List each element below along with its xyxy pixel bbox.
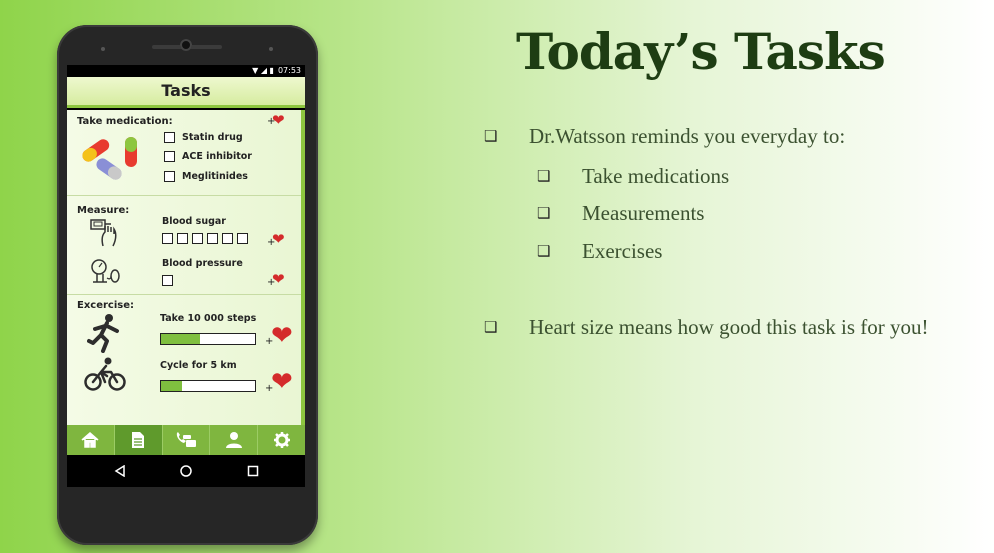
- ace-label: ACE inhibitor: [182, 151, 252, 162]
- tab-profile[interactable]: [210, 425, 259, 455]
- blood-pressure-label: Blood pressure: [162, 258, 243, 269]
- settings-icon: [273, 432, 290, 448]
- digit-box[interactable]: [192, 233, 203, 244]
- home-icon: [81, 432, 99, 448]
- contacts-icon: [176, 432, 196, 447]
- tab-home[interactable]: [67, 425, 115, 455]
- bullet-item: ❑ Exercises: [537, 239, 662, 264]
- tasks-icon: [132, 432, 145, 448]
- heart-icon: ❤: [272, 111, 285, 129]
- bullet-item: ❑ Take medications: [537, 164, 729, 189]
- app-title: Tasks: [161, 81, 211, 100]
- status-bar: ▼ ◢ ▮ 07:53: [67, 65, 305, 77]
- digit-box[interactable]: [237, 233, 248, 244]
- cycle-progress-bar: [160, 380, 256, 392]
- glucose-meter-icon: [90, 219, 117, 247]
- digit-box[interactable]: [177, 233, 188, 244]
- bullet-item: ❑ Dr.Watsson reminds you everyday to:: [484, 124, 845, 149]
- phone-mockup: ▼ ◢ ▮ 07:53 Tasks Take medication: + ❤ St…: [57, 25, 318, 545]
- steps-progress-bar: [160, 333, 256, 345]
- app-bar: Tasks: [67, 77, 305, 108]
- divider: [67, 294, 301, 295]
- steps-progress-fill: [161, 334, 201, 344]
- bullet-item: ❑ Heart size means how good this task is…: [484, 315, 929, 340]
- divider: [67, 195, 301, 196]
- blood-pressure-icon: [91, 259, 120, 283]
- bullet-checkbox-icon: ❑: [537, 169, 551, 185]
- tab-contacts[interactable]: [163, 425, 211, 455]
- cycle-progress-fill: [161, 381, 182, 391]
- digit-box[interactable]: [207, 233, 218, 244]
- cyclist-icon: [84, 357, 126, 391]
- slide-title: Today’s Tasks: [516, 22, 886, 81]
- measure-label: Measure:: [77, 205, 130, 216]
- bullet-text: Take medications: [582, 164, 730, 188]
- meglitinides-checkbox[interactable]: [164, 171, 175, 182]
- tab-tasks[interactable]: [114, 425, 163, 455]
- heart-icon: ❤: [272, 270, 285, 288]
- bottom-tab-bar: [67, 425, 305, 455]
- heart-icon: ❤: [271, 321, 293, 351]
- home-circle-icon[interactable]: [180, 465, 192, 477]
- bullet-text: Heart size means how good this task is f…: [529, 315, 929, 339]
- statin-checkbox[interactable]: [164, 132, 175, 143]
- digit-box[interactable]: [222, 233, 233, 244]
- heart-icon: ❤: [272, 230, 285, 248]
- ace-checkbox[interactable]: [164, 151, 175, 162]
- scrollbar[interactable]: [301, 110, 305, 425]
- bullet-checkbox-icon: ❑: [537, 206, 551, 222]
- medication-label: Take medication:: [77, 116, 173, 127]
- bullet-checkbox-icon: ❑: [484, 129, 498, 145]
- meglitinides-label: Meglitinides: [182, 171, 248, 182]
- pills-icon: [82, 137, 137, 180]
- digit-box[interactable]: [162, 233, 173, 244]
- bullet-checkbox-icon: ❑: [484, 320, 498, 336]
- recents-icon[interactable]: [247, 465, 259, 477]
- back-icon[interactable]: [114, 465, 126, 477]
- bullet-text: Exercises: [582, 239, 663, 263]
- phone-sensor: [101, 47, 105, 51]
- bullet-checkbox-icon: ❑: [537, 244, 551, 260]
- blood-pressure-checkbox[interactable]: [162, 275, 173, 286]
- phone-sensor: [269, 47, 273, 51]
- heart-icon: ❤: [271, 367, 293, 397]
- bullet-item: ❑ Measurements: [537, 201, 704, 226]
- statin-label: Statin drug: [182, 132, 243, 143]
- phone-camera: [180, 39, 192, 51]
- system-nav-bar: [67, 455, 305, 487]
- runner-icon: [87, 314, 119, 353]
- status-icons: ▼ ◢ ▮: [252, 66, 274, 75]
- bullet-text: Measurements: [582, 201, 705, 225]
- phone-screen: ▼ ◢ ▮ 07:53 Tasks Take medication: + ❤ St…: [67, 65, 305, 487]
- bullet-text: Dr.Watsson reminds you everyday to:: [529, 124, 846, 148]
- profile-icon: [225, 432, 242, 448]
- task-list[interactable]: Take medication: + ❤ Statin drug ACE inh…: [67, 110, 305, 425]
- cycle-label: Cycle for 5 km: [160, 360, 237, 371]
- tab-settings[interactable]: [258, 425, 305, 455]
- exercise-label: Excercise:: [77, 300, 135, 311]
- blood-sugar-label: Blood sugar: [162, 216, 226, 227]
- steps-label: Take 10 000 steps: [160, 313, 257, 324]
- status-time: 07:53: [277, 66, 301, 75]
